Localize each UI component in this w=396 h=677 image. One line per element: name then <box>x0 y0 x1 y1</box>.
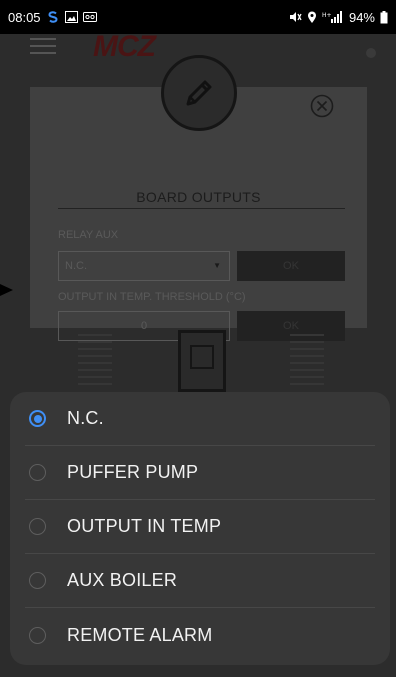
option-label: REMOTE ALARM <box>67 624 213 645</box>
option-nc[interactable]: N.C. <box>25 392 375 446</box>
status-left: 08:05 <box>8 10 97 25</box>
option-label: N.C. <box>67 408 104 428</box>
option-label: OUTPUT IN TEMP <box>67 516 222 536</box>
option-label: PUFFER PUMP <box>67 462 199 482</box>
decorative-spring-right <box>290 334 324 389</box>
brand-logo: MCZ <box>93 30 156 63</box>
stove-window <box>190 345 214 369</box>
signal-icon: H+ <box>322 11 344 23</box>
radio-unselected-icon[interactable] <box>29 518 46 535</box>
option-aux-boiler[interactable]: AUX BOILER <box>25 554 375 608</box>
radio-selected-icon[interactable] <box>29 410 46 427</box>
stove-illustration <box>178 330 226 392</box>
pencil-icon <box>161 55 237 131</box>
radio-unselected-icon[interactable] <box>29 572 46 589</box>
relay-options-sheet: N.C. PUFFER PUMP OUTPUT IN TEMP AUX BOIL… <box>10 392 390 665</box>
location-icon <box>307 11 317 24</box>
radio-unselected-icon[interactable] <box>29 626 46 644</box>
bottom-background-strip <box>0 665 396 677</box>
mute-icon <box>289 11 302 23</box>
relay-aux-label: RELAY AUX <box>58 229 119 241</box>
relay-aux-value: N.C. <box>65 260 87 272</box>
status-time: 08:05 <box>8 9 41 25</box>
option-remote-alarm[interactable]: REMOTE ALARM <box>25 608 375 662</box>
option-label: AUX BOILER <box>67 570 178 590</box>
status-right: H+ 94% <box>289 10 388 25</box>
battery-percent: 94% <box>348 9 375 25</box>
relay-aux-select[interactable]: N.C. ▼ <box>58 251 230 281</box>
menu-icon[interactable] <box>30 38 56 54</box>
battery-icon <box>380 10 388 24</box>
dialog-divider <box>58 208 345 209</box>
dialog-title: BOARD OUTPUTS <box>136 189 261 205</box>
threshold-label: OUTPUT IN TEMP. THRESHOLD (°C) <box>58 291 246 303</box>
option-puffer-pump[interactable]: PUFFER PUMP <box>25 446 375 500</box>
voicemail-icon <box>82 12 97 22</box>
relay-ok-button[interactable]: OK <box>237 251 345 281</box>
svg-text:H+: H+ <box>322 12 332 19</box>
header-action-icon[interactable] <box>366 48 376 58</box>
status-bar: 08:05 H+ 94% <box>0 0 396 34</box>
option-output-in-temp[interactable]: OUTPUT IN TEMP <box>25 500 375 554</box>
radio-unselected-icon[interactable] <box>29 464 46 481</box>
arrow-right-icon <box>0 283 14 297</box>
close-icon[interactable] <box>310 94 334 118</box>
samsung-s-icon <box>46 10 60 24</box>
decorative-spring-left <box>78 334 112 389</box>
gallery-icon <box>64 11 78 23</box>
dropdown-arrow-icon: ▼ <box>213 261 221 270</box>
